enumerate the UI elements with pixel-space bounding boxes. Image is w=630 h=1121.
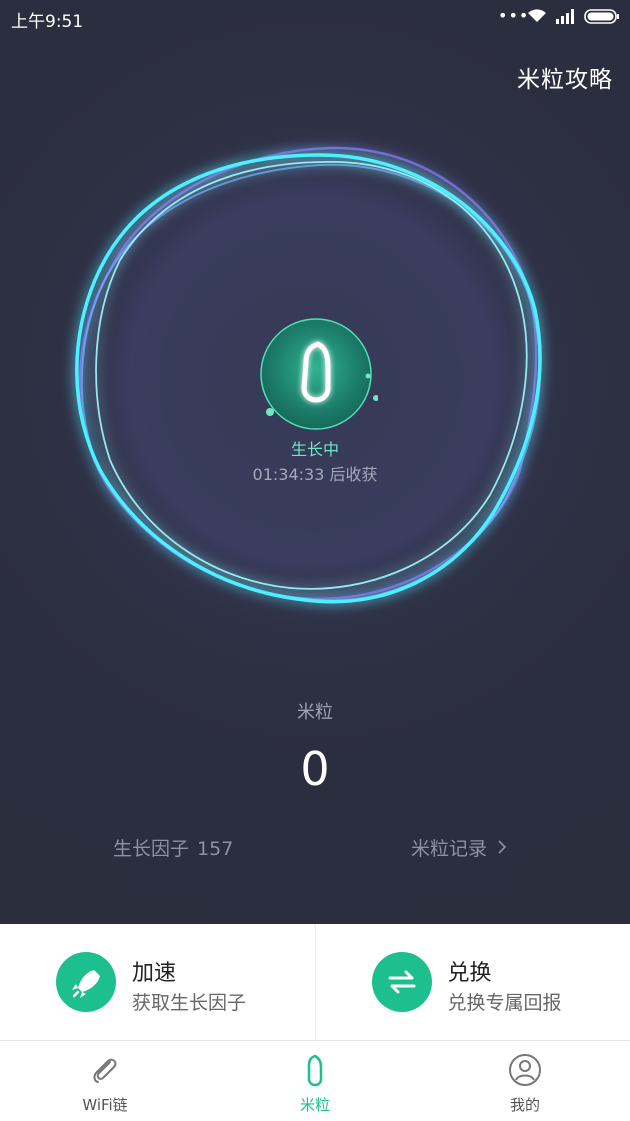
exchange-button[interactable]: 兑换 兑换专属回报 [315, 924, 630, 1040]
exchange-title: 兑换 [448, 955, 492, 987]
battery-icon [584, 9, 620, 24]
signal-icon [555, 8, 577, 24]
nav-label-profile: 我的 [420, 1094, 630, 1115]
strategy-link[interactable]: 米粒攻略 [517, 60, 613, 94]
growth-factor-label: 生长因子 [113, 838, 189, 860]
chevron-right-icon [497, 838, 507, 860]
growth-status: 生长中 [0, 436, 630, 460]
nav-label-wifi: WiFi链 [0, 1094, 210, 1115]
nav-tab-profile[interactable]: 我的 [420, 1041, 630, 1121]
profile-icon [508, 1053, 542, 1087]
nav-label-mili: 米粒 [210, 1094, 420, 1115]
seed-nav-icon [298, 1053, 332, 1087]
exchange-icon [372, 952, 432, 1012]
status-time: 上午9:51 [11, 7, 83, 32]
mili-value: 0 [0, 742, 630, 796]
mili-records-link[interactable]: 米粒记录 [411, 834, 507, 861]
status-dots: ••• [498, 6, 529, 25]
growth-factor: 生长因子 157 [113, 834, 233, 861]
bottom-nav: WiFi链 米粒 我的 [0, 1040, 630, 1121]
nav-tab-mili[interactable]: 米粒 [210, 1041, 420, 1121]
speed-up-title: 加速 [132, 955, 176, 987]
rocket-icon [56, 952, 116, 1012]
speed-up-button[interactable]: 加速 获取生长因子 [0, 924, 315, 1040]
exchange-subtitle: 兑换专属回报 [448, 988, 562, 1015]
mili-records-label: 米粒记录 [411, 838, 487, 860]
status-bar: 上午9:51 ••• [0, 0, 630, 34]
harvest-countdown: 01:34:33 后收获 [0, 461, 630, 485]
wifi-icon [527, 9, 547, 23]
paperclip-icon [88, 1053, 122, 1087]
nav-tab-wifi[interactable]: WiFi链 [0, 1041, 210, 1121]
seed-icon[interactable] [258, 316, 378, 436]
mili-label: 米粒 [0, 698, 630, 724]
action-cards: 加速 获取生长因子 兑换 兑换专属回报 [0, 924, 630, 1040]
growth-factor-value: 157 [197, 838, 233, 860]
speed-up-subtitle: 获取生长因子 [132, 988, 246, 1015]
